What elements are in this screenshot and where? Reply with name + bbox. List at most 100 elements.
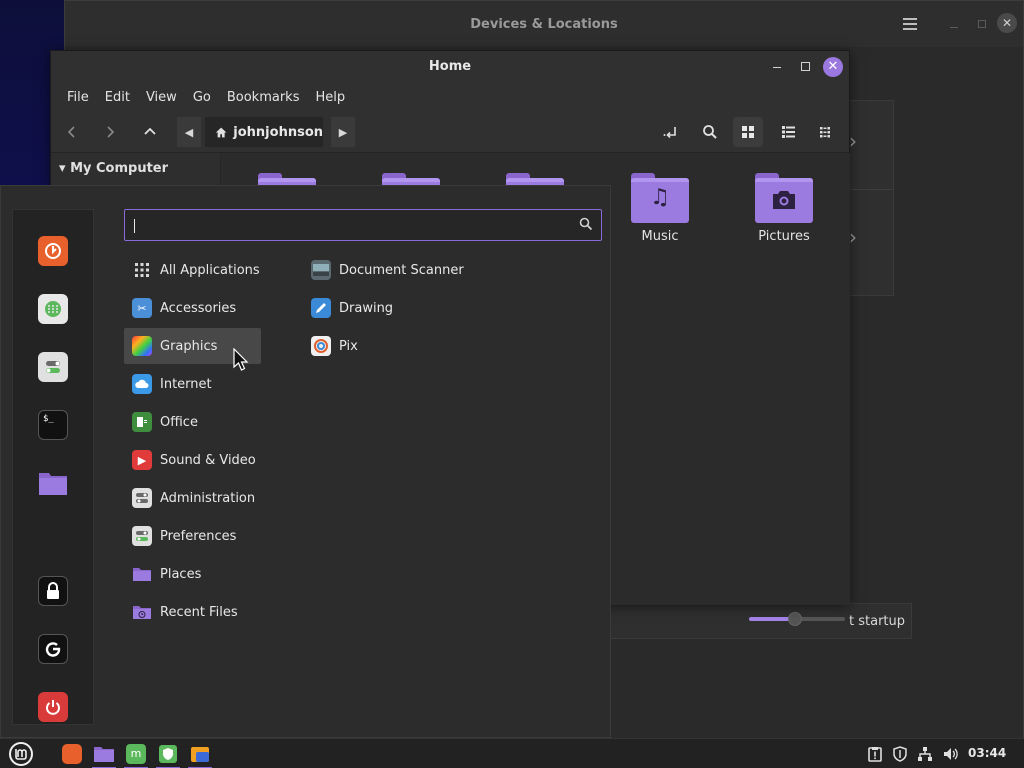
text-cursor: [134, 219, 135, 233]
firefox-icon[interactable]: [38, 236, 68, 266]
shield-tray-icon[interactable]: [889, 743, 911, 765]
app-pix[interactable]: Pix: [303, 328, 358, 364]
home-titlebar[interactable]: Home ✕: [51, 51, 849, 83]
pictures-folder-icon: [755, 173, 813, 223]
maximize-button[interactable]: [973, 13, 991, 35]
folder-window-icon[interactable]: [186, 742, 214, 768]
hamburger-menu-icon[interactable]: [899, 13, 921, 35]
breadcrumb-home: johnjohnson: [233, 124, 323, 140]
category-label: All Applications: [160, 262, 260, 278]
lock-icon[interactable]: [38, 576, 68, 606]
mouse-pointer-icon: [233, 348, 249, 371]
grid-icon: [132, 260, 152, 280]
toolbar: ◀ johnjohnson ▶: [51, 111, 849, 153]
category-label: Sound & Video: [160, 452, 256, 468]
music-folder-icon: ♫: [631, 173, 689, 223]
menu-help[interactable]: Help: [307, 90, 353, 105]
scissors-icon: ✂: [132, 298, 152, 318]
menu-bookmarks[interactable]: Bookmarks: [219, 90, 308, 105]
category-recent-files[interactable]: Recent Files: [124, 594, 261, 630]
chevron-right-icon[interactable]: ›: [849, 225, 857, 249]
devices-titlebar[interactable]: Devices & Locations ✕: [65, 1, 1023, 47]
list-view-icon[interactable]: [773, 117, 803, 147]
folder-item-music[interactable]: ♫ Music: [615, 173, 705, 244]
close-icon[interactable]: ✕: [823, 57, 843, 77]
power-icon[interactable]: [38, 692, 68, 722]
pix-icon: [311, 336, 331, 356]
category-label: Places: [160, 566, 202, 582]
category-places[interactable]: Places: [124, 556, 261, 592]
menu-file[interactable]: File: [59, 90, 97, 105]
slider-track[interactable]: [795, 617, 845, 621]
app-label: Drawing: [339, 300, 394, 316]
firefox-icon[interactable]: [58, 742, 86, 766]
preferences-icon: [132, 526, 152, 546]
admin-icon: [132, 488, 152, 508]
maximize-button[interactable]: [801, 62, 810, 71]
forward-arrow-icon[interactable]: [95, 117, 125, 147]
volume-icon[interactable]: [939, 743, 961, 765]
category-label: Recent Files: [160, 604, 238, 620]
path-right-arrow-icon[interactable]: ▶: [331, 117, 355, 147]
settings-icon[interactable]: [38, 352, 68, 382]
application-menu: $_ All Applications ✂ Accessories Graphi…: [0, 185, 611, 738]
taskbar: m 03:44: [0, 738, 1024, 768]
network-icon[interactable]: [914, 743, 936, 765]
close-icon[interactable]: ✕: [997, 13, 1017, 33]
minimize-button[interactable]: [945, 13, 963, 35]
icon-view-icon[interactable]: [733, 117, 763, 147]
shield-icon[interactable]: [154, 742, 182, 768]
category-label: Graphics: [160, 338, 218, 354]
search-field[interactable]: [124, 209, 602, 241]
window-title: Home: [428, 59, 472, 74]
category-all-applications[interactable]: All Applications: [124, 252, 261, 288]
category-preferences[interactable]: Preferences: [124, 518, 261, 554]
software-manager-icon[interactable]: m: [122, 742, 150, 768]
compact-view-icon[interactable]: [811, 117, 841, 147]
cloud-icon: [132, 374, 152, 394]
menu-bar: File Edit View Go Bookmarks Help: [51, 83, 849, 111]
category-administration[interactable]: Administration: [124, 480, 261, 516]
category-office[interactable]: Office: [124, 404, 261, 440]
updates-icon[interactable]: [864, 743, 886, 765]
chevron-right-icon[interactable]: ›: [849, 129, 857, 153]
office-icon: [132, 412, 152, 432]
menu-go[interactable]: Go: [185, 90, 219, 105]
search-input[interactable]: [133, 214, 553, 236]
menu-view[interactable]: View: [138, 90, 185, 105]
recent-files-icon: [132, 602, 152, 622]
category-label: Administration: [160, 490, 256, 506]
logout-icon[interactable]: [38, 634, 68, 664]
clock[interactable]: 03:44: [968, 746, 1006, 760]
scanner-icon: [311, 260, 331, 280]
search-icon[interactable]: [695, 117, 725, 147]
terminal-icon[interactable]: $_: [38, 410, 68, 440]
app-drawing[interactable]: Drawing: [303, 290, 393, 326]
up-arrow-icon[interactable]: [135, 117, 165, 147]
back-arrow-icon[interactable]: [57, 117, 87, 147]
menu-edit[interactable]: Edit: [97, 90, 138, 105]
mint-menu-icon[interactable]: [4, 742, 38, 766]
files-icon[interactable]: [90, 742, 118, 768]
category-label: Preferences: [160, 528, 237, 544]
software-manager-icon[interactable]: [38, 294, 68, 324]
category-label: Accessories: [160, 300, 237, 316]
slider-knob[interactable]: [788, 612, 802, 626]
app-label: Pix: [339, 338, 358, 354]
category-sound-video[interactable]: ▶ Sound & Video: [124, 442, 261, 478]
toggle-location-icon[interactable]: [655, 117, 685, 147]
play-icon: ▶: [132, 450, 152, 470]
folder-item-pictures[interactable]: Pictures: [739, 173, 829, 244]
minimize-button[interactable]: [773, 67, 781, 68]
category-label: Internet: [160, 376, 212, 392]
sidebar-section-my-computer[interactable]: ▾ My Computer: [59, 161, 168, 176]
category-accessories[interactable]: ✂ Accessories: [124, 290, 261, 326]
file-label: Pictures: [758, 229, 810, 244]
search-icon[interactable]: [579, 217, 593, 235]
file-label: Music: [641, 229, 679, 244]
breadcrumb[interactable]: johnjohnson: [205, 117, 323, 147]
path-left-arrow-icon[interactable]: ◀: [177, 117, 201, 147]
app-document-scanner[interactable]: Document Scanner: [303, 252, 464, 288]
category-label: Office: [160, 414, 198, 430]
files-icon[interactable]: [38, 468, 68, 498]
